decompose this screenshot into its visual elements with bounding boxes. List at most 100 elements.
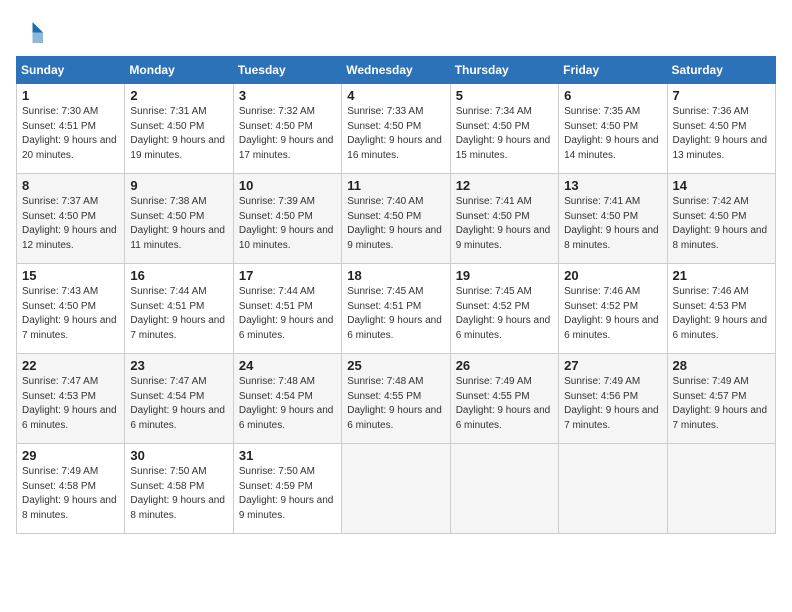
calendar-cell: 11Sunrise: 7:40 AMSunset: 4:50 PMDayligh… [342,174,450,264]
day-info: Sunrise: 7:46 AMSunset: 4:53 PMDaylight:… [673,285,770,343]
day-number: 4 [347,88,444,103]
calendar-cell: 31 Sunrise: 7:50 AMSunset: 4:59 PMDayligh… [233,444,341,534]
calendar-cell: 7 Sunrise: 7:36 AMSunset: 4:50 PMDaylight… [667,84,775,174]
calendar-cell: 9Sunrise: 7:38 AMSunset: 4:50 PMDaylight… [125,174,233,264]
day-number: 25 [347,358,444,373]
day-info: Sunrise: 7:43 AMSunset: 4:50 PMDaylight:… [22,285,119,343]
day-info: Sunrise: 7:42 AMSunset: 4:50 PMDaylight:… [673,195,770,253]
calendar-cell: 13 Sunrise: 7:41 AMSunset: 4:50 PMDayligh… [559,174,667,264]
day-info: Sunrise: 7:44 AMSunset: 4:51 PMDaylight:… [239,285,336,343]
day-header-thursday: Thursday [450,57,558,84]
calendar-cell: 21Sunrise: 7:46 AMSunset: 4:53 PMDayligh… [667,264,775,354]
calendar-cell: 29 Sunrise: 7:49 AMSunset: 4:58 PMDayligh… [17,444,125,534]
day-info: Sunrise: 7:45 AMSunset: 4:51 PMDaylight:… [347,285,444,343]
day-number: 5 [456,88,553,103]
calendar-cell: 18 Sunrise: 7:45 AMSunset: 4:51 PMDayligh… [342,264,450,354]
day-number: 28 [673,358,770,373]
day-info: Sunrise: 7:37 AMSunset: 4:50 PMDaylight:… [22,195,119,253]
day-header-wednesday: Wednesday [342,57,450,84]
calendar-table: SundayMondayTuesdayWednesdayThursdayFrid… [16,56,776,534]
day-info: Sunrise: 7:30 AMSunset: 4:51 PMDaylight:… [22,105,119,163]
calendar-cell: 5 Sunrise: 7:34 AMSunset: 4:50 PMDaylight… [450,84,558,174]
day-number: 10 [239,178,336,193]
day-info: Sunrise: 7:34 AMSunset: 4:50 PMDaylight:… [456,105,553,163]
day-number: 31 [239,448,336,463]
calendar-cell: 27Sunrise: 7:49 AMSunset: 4:56 PMDayligh… [559,354,667,444]
day-number: 23 [130,358,227,373]
calendar-cell: 17 Sunrise: 7:44 AMSunset: 4:51 PMDayligh… [233,264,341,354]
day-info: Sunrise: 7:31 AMSunset: 4:50 PMDaylight:… [130,105,227,163]
day-number: 7 [673,88,770,103]
logo-icon [16,16,46,46]
calendar-cell: 30 Sunrise: 7:50 AMSunset: 4:58 PMDayligh… [125,444,233,534]
day-header-sunday: Sunday [17,57,125,84]
calendar-week-4: 22 Sunrise: 7:47 AMSunset: 4:53 PMDayligh… [17,354,776,444]
calendar-cell: 4 Sunrise: 7:33 AMSunset: 4:50 PMDaylight… [342,84,450,174]
day-info: Sunrise: 7:35 AMSunset: 4:50 PMDaylight:… [564,105,661,163]
calendar-cell: 25 Sunrise: 7:48 AMSunset: 4:55 PMDayligh… [342,354,450,444]
calendar-cell [450,444,558,534]
day-number: 17 [239,268,336,283]
day-info: Sunrise: 7:47 AMSunset: 4:54 PMDaylight:… [130,375,227,433]
calendar-cell [342,444,450,534]
day-info: Sunrise: 7:39 AMSunset: 4:50 PMDaylight:… [239,195,336,253]
calendar-cell: 8 Sunrise: 7:37 AMSunset: 4:50 PMDaylight… [17,174,125,264]
calendar-cell: 23 Sunrise: 7:47 AMSunset: 4:54 PMDayligh… [125,354,233,444]
day-number: 2 [130,88,227,103]
day-info: Sunrise: 7:48 AMSunset: 4:54 PMDaylight:… [239,375,336,433]
calendar-week-2: 8 Sunrise: 7:37 AMSunset: 4:50 PMDaylight… [17,174,776,264]
day-number: 11 [347,178,444,193]
day-info: Sunrise: 7:50 AMSunset: 4:59 PMDaylight:… [239,465,336,523]
day-info: Sunrise: 7:32 AMSunset: 4:50 PMDaylight:… [239,105,336,163]
day-number: 6 [564,88,661,103]
calendar-cell: 6 Sunrise: 7:35 AMSunset: 4:50 PMDaylight… [559,84,667,174]
day-number: 14 [673,178,770,193]
day-info: Sunrise: 7:49 AMSunset: 4:57 PMDaylight:… [673,375,770,433]
calendar-cell: 3 Sunrise: 7:32 AMSunset: 4:50 PMDaylight… [233,84,341,174]
day-info: Sunrise: 7:33 AMSunset: 4:50 PMDaylight:… [347,105,444,163]
day-info: Sunrise: 7:47 AMSunset: 4:53 PMDaylight:… [22,375,119,433]
day-info: Sunrise: 7:41 AMSunset: 4:50 PMDaylight:… [456,195,553,253]
calendar-cell [559,444,667,534]
calendar-cell: 24 Sunrise: 7:48 AMSunset: 4:54 PMDayligh… [233,354,341,444]
calendar-cell: 26 Sunrise: 7:49 AMSunset: 4:55 PMDayligh… [450,354,558,444]
day-info: Sunrise: 7:49 AMSunset: 4:58 PMDaylight:… [22,465,119,523]
calendar-cell: 16Sunrise: 7:44 AMSunset: 4:51 PMDayligh… [125,264,233,354]
day-info: Sunrise: 7:50 AMSunset: 4:58 PMDaylight:… [130,465,227,523]
calendar-week-1: 1 Sunrise: 7:30 AMSunset: 4:51 PMDaylight… [17,84,776,174]
day-number: 29 [22,448,119,463]
calendar-cell: 19 Sunrise: 7:45 AMSunset: 4:52 PMDayligh… [450,264,558,354]
calendar-cell: 14 Sunrise: 7:42 AMSunset: 4:50 PMDayligh… [667,174,775,264]
day-number: 22 [22,358,119,373]
day-header-friday: Friday [559,57,667,84]
day-number: 12 [456,178,553,193]
day-info: Sunrise: 7:49 AMSunset: 4:55 PMDaylight:… [456,375,553,433]
page-header [16,16,776,46]
calendar-cell: 15 Sunrise: 7:43 AMSunset: 4:50 PMDayligh… [17,264,125,354]
day-info: Sunrise: 7:45 AMSunset: 4:52 PMDaylight:… [456,285,553,343]
day-info: Sunrise: 7:49 AMSunset: 4:56 PMDaylight:… [564,375,661,433]
day-number: 18 [347,268,444,283]
day-number: 3 [239,88,336,103]
day-number: 30 [130,448,227,463]
day-info: Sunrise: 7:48 AMSunset: 4:55 PMDaylight:… [347,375,444,433]
calendar-week-3: 15 Sunrise: 7:43 AMSunset: 4:50 PMDayligh… [17,264,776,354]
day-number: 13 [564,178,661,193]
logo [16,16,50,46]
calendar-cell: 22 Sunrise: 7:47 AMSunset: 4:53 PMDayligh… [17,354,125,444]
day-number: 1 [22,88,119,103]
day-info: Sunrise: 7:41 AMSunset: 4:50 PMDaylight:… [564,195,661,253]
day-number: 24 [239,358,336,373]
calendar-cell: 28 Sunrise: 7:49 AMSunset: 4:57 PMDayligh… [667,354,775,444]
calendar-cell [667,444,775,534]
day-number: 15 [22,268,119,283]
day-number: 20 [564,268,661,283]
day-info: Sunrise: 7:36 AMSunset: 4:50 PMDaylight:… [673,105,770,163]
day-number: 8 [22,178,119,193]
day-header-tuesday: Tuesday [233,57,341,84]
day-info: Sunrise: 7:38 AMSunset: 4:50 PMDaylight:… [130,195,227,253]
day-number: 26 [456,358,553,373]
day-number: 19 [456,268,553,283]
calendar-cell: 10 Sunrise: 7:39 AMSunset: 4:50 PMDayligh… [233,174,341,264]
calendar-header-row: SundayMondayTuesdayWednesdayThursdayFrid… [17,57,776,84]
